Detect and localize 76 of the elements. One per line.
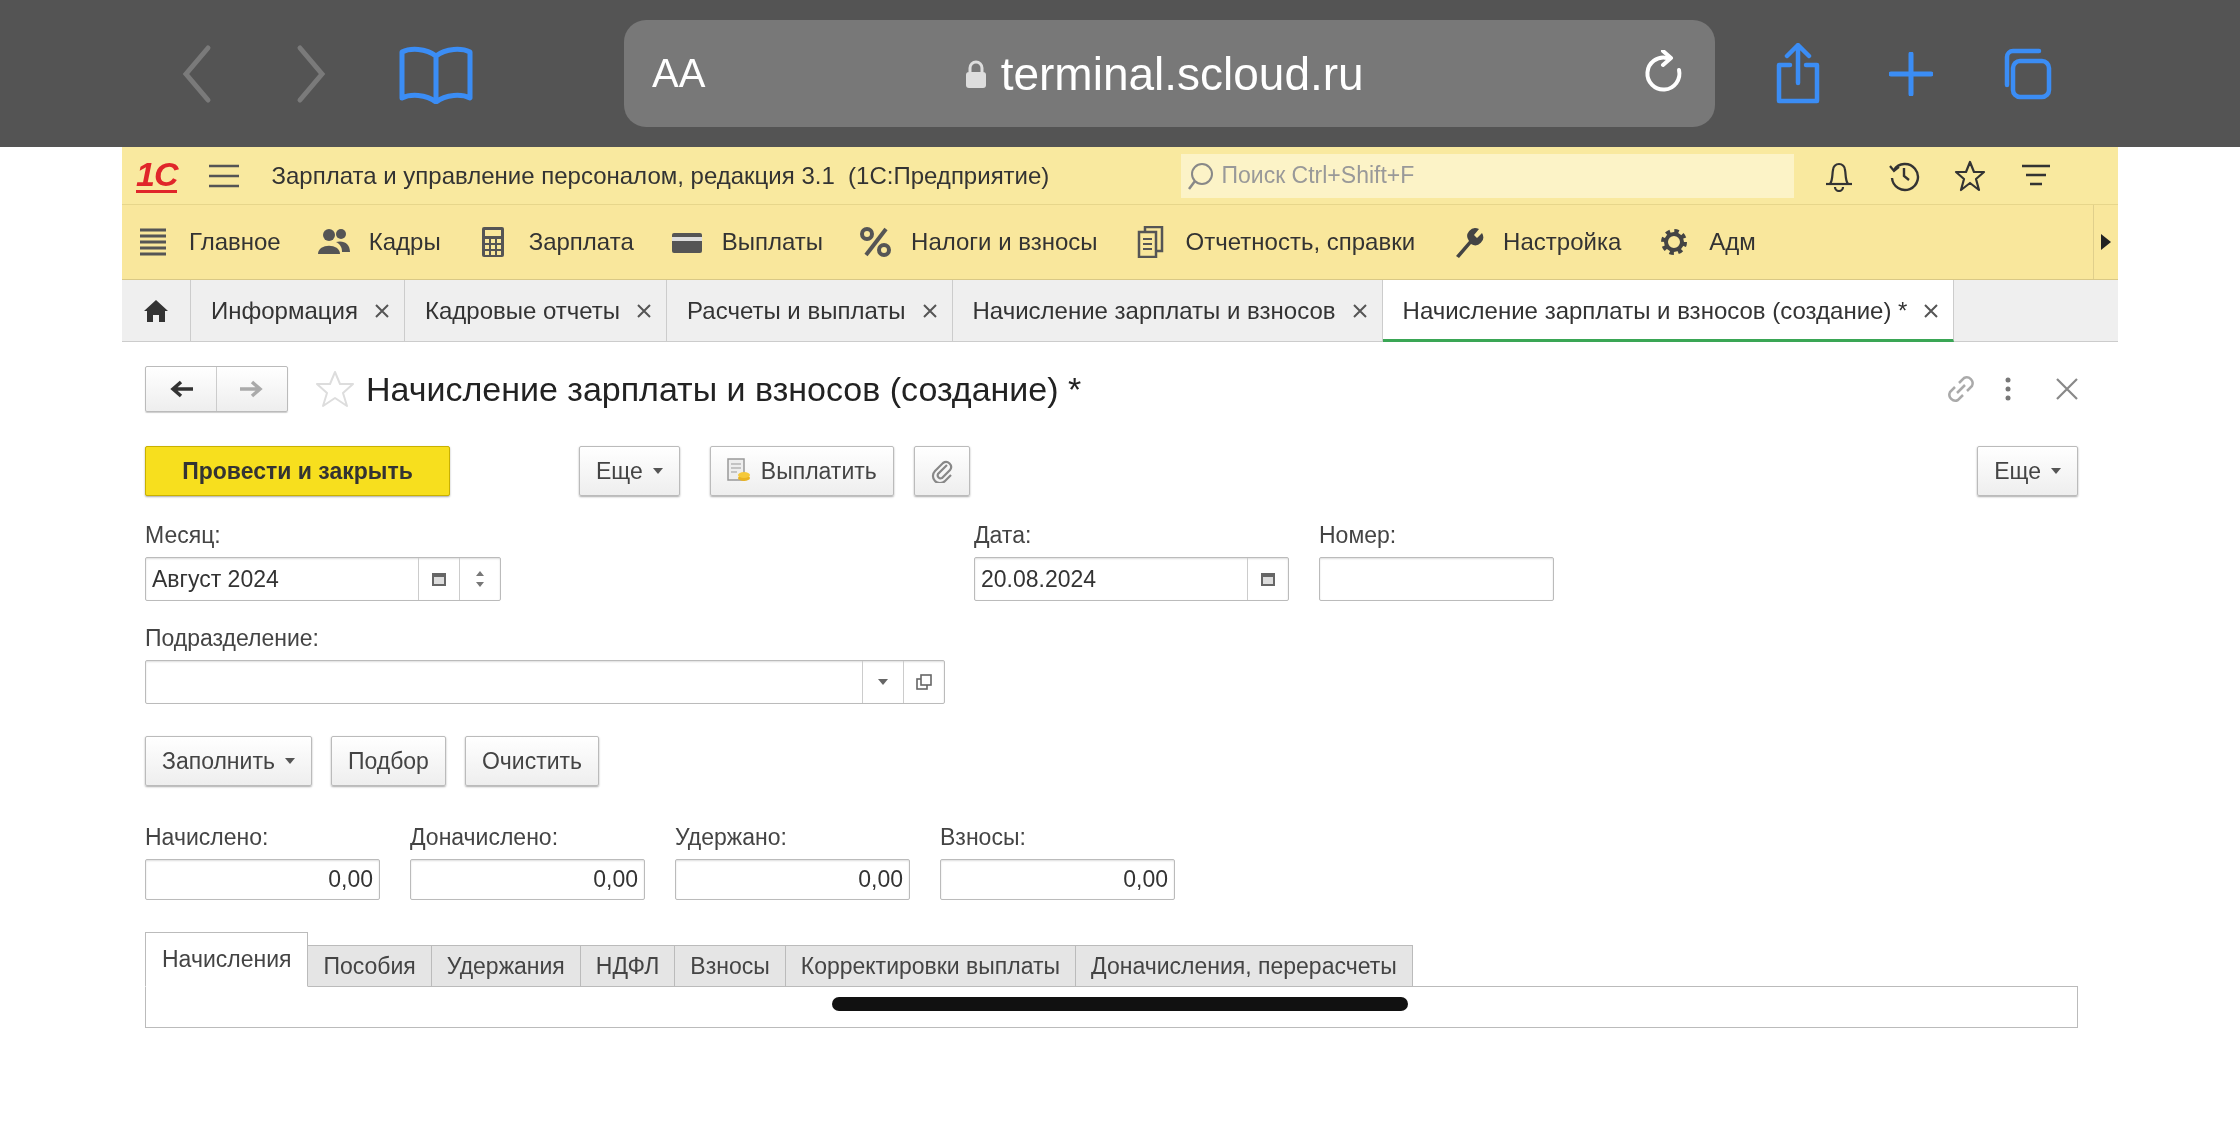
menu-icon[interactable]: [209, 163, 240, 188]
calendar-icon[interactable]: [431, 571, 447, 587]
close-icon[interactable]: [921, 302, 938, 319]
close-icon[interactable]: [636, 302, 653, 319]
amount-field[interactable]: 0,00: [940, 859, 1175, 900]
button[interactable]: Подбор: [330, 736, 446, 786]
open-icon[interactable]: [916, 674, 932, 690]
close-icon[interactable]: [1351, 302, 1368, 319]
tab[interactable]: Пособия: [308, 945, 432, 987]
more-options-icon[interactable]: [2005, 377, 2011, 401]
department-field[interactable]: [145, 660, 945, 704]
button[interactable]: Очистить: [464, 736, 600, 786]
percent-icon[interactable]: [860, 226, 893, 258]
more-button[interactable]: Еще: [579, 446, 680, 496]
post-and-close-button[interactable]: Провести и закрыть: [145, 446, 450, 496]
section-link[interactable]: Отчетность, справки: [1185, 228, 1416, 256]
spinner-icon[interactable]: [475, 570, 485, 588]
number-field[interactable]: [1319, 557, 1554, 601]
close-icon[interactable]: [373, 302, 390, 319]
tab[interactable]: Информация: [191, 280, 405, 341]
calendar-icon[interactable]: [1260, 571, 1276, 587]
tab[interactable]: Начисление зарплаты и взносов (создание) *: [1382, 280, 1955, 342]
section-link[interactable]: Кадры: [368, 228, 441, 256]
tab[interactable]: Кадровые отчеты: [404, 280, 668, 341]
field-label: Номер:: [1319, 522, 1398, 549]
section-link[interactable]: Настройка: [1503, 228, 1622, 256]
dropdown-icon[interactable]: [878, 679, 888, 685]
scroll-right-icon[interactable]: [2101, 234, 2111, 250]
section-link[interactable]: Налоги и взносы: [911, 228, 1098, 256]
field-label: Доначислено:: [410, 824, 560, 851]
amount-field[interactable]: 0,00: [145, 859, 380, 900]
amount-field[interactable]: 0,00: [675, 859, 910, 900]
amount-field[interactable]: 0,00: [410, 859, 645, 900]
paperclip-icon: [930, 459, 953, 483]
close-icon[interactable]: [2056, 378, 2078, 400]
reader-button[interactable]: AA: [652, 51, 706, 96]
section-link[interactable]: Выплаты: [721, 228, 824, 256]
document-coins-icon: [726, 458, 751, 484]
tab[interactable]: Начисление зарплаты и взносов: [952, 280, 1383, 341]
tab[interactable]: Доначисления, перерасчеты: [1076, 945, 1413, 987]
caret-icon: [652, 468, 663, 474]
section-link[interactable]: Адм: [1709, 228, 1756, 256]
address-bar[interactable]: AA terminal.scloud.ru: [624, 20, 1715, 127]
tab[interactable]: Взносы: [675, 945, 786, 987]
month-field[interactable]: Август 2024: [145, 557, 501, 601]
attach-button[interactable]: [913, 446, 970, 496]
section-link[interactable]: Главное: [189, 228, 281, 256]
field-label: Дата:: [974, 522, 1033, 549]
date-field[interactable]: 20.08.2024: [974, 557, 1289, 601]
home-icon[interactable]: [143, 298, 169, 323]
favorite-star-icon[interactable]: [316, 370, 354, 408]
back-arrow-icon[interactable]: [169, 380, 193, 398]
form-title: Начисление зарплаты и взносов (создание) *: [366, 369, 1083, 409]
fill-button[interactable]: Заполнить: [145, 736, 312, 786]
url-text: terminal.scloud.ru: [1000, 46, 1364, 101]
tab[interactable]: Расчеты и выплаты: [667, 280, 953, 341]
field-label: Взносы:: [940, 824, 1027, 851]
tab[interactable]: Корректировки выплаты: [785, 945, 1077, 987]
field-label: Начислено:: [145, 824, 270, 851]
tab[interactable]: Начисления: [145, 932, 309, 987]
caret-icon: [2051, 468, 2061, 474]
field-label: Месяц:: [145, 522, 222, 549]
star-icon[interactable]: [1954, 159, 1987, 192]
more-button[interactable]: Еще: [1977, 446, 2078, 496]
pay-button[interactable]: Выплатить: [709, 446, 894, 496]
history-nav[interactable]: [145, 366, 288, 412]
caret-icon: [284, 758, 295, 764]
section-link[interactable]: Зарплата: [528, 228, 634, 256]
tab[interactable]: Удержания: [431, 945, 581, 987]
field-label: Подразделение:: [145, 625, 320, 652]
field-label: Удержано:: [675, 824, 788, 851]
lock-icon: [964, 58, 987, 89]
close-icon[interactable]: [1923, 303, 1940, 319]
app-title: Зарплата и управление персоналом, редакция 3.1 (1С:Предприятие): [271, 161, 1051, 190]
app-logo[interactable]: 1С: [136, 158, 178, 193]
tab[interactable]: НДФЛ: [580, 945, 676, 987]
